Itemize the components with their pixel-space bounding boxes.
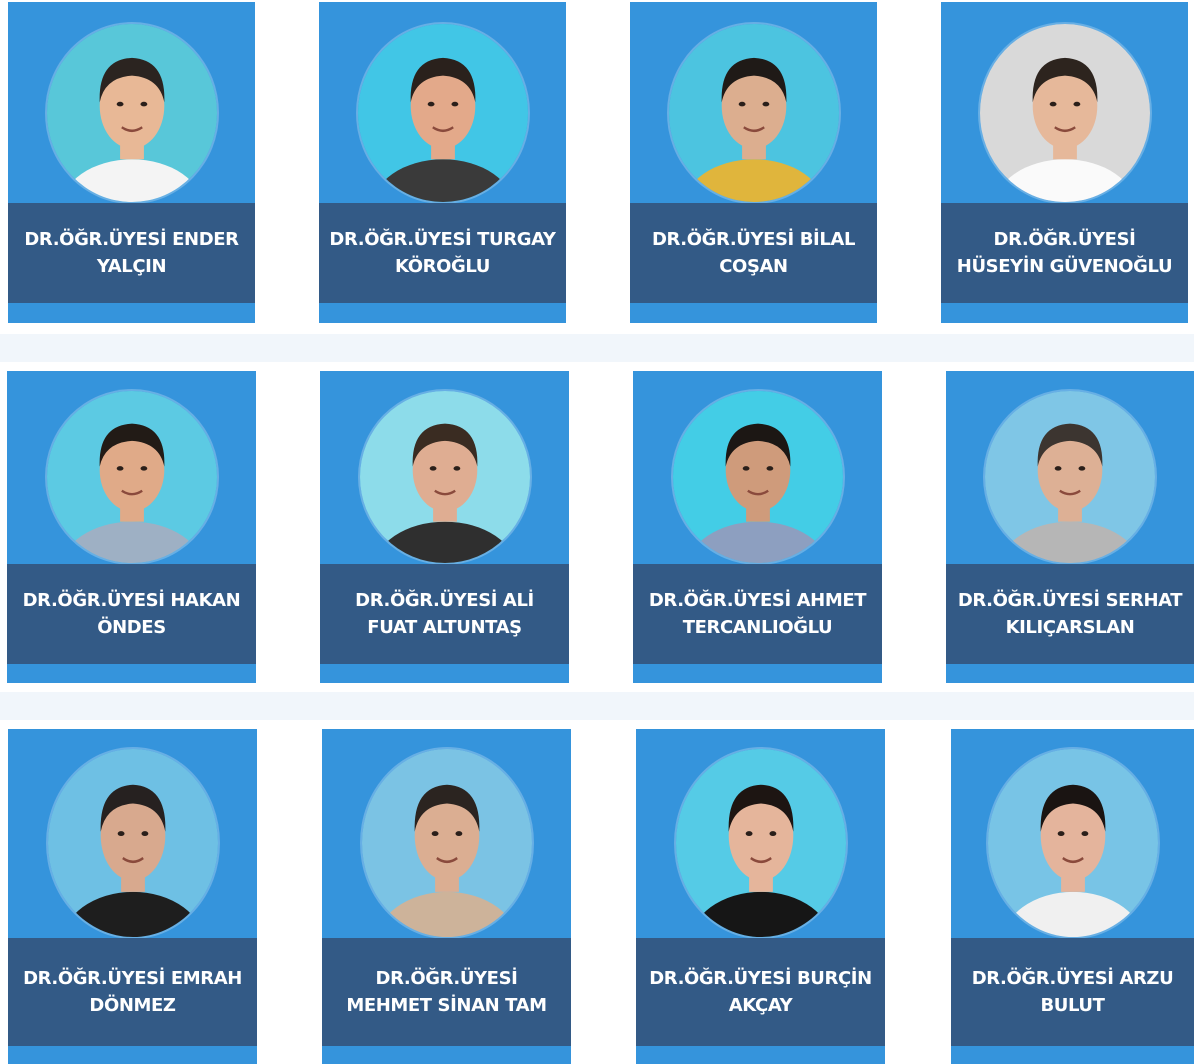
person-photo-icon	[675, 749, 846, 937]
faculty-name: DR.ÖĞR.ÜYESİ ARZU BULUT	[971, 968, 1174, 1016]
faculty-name: DR.ÖĞR.ÜYESİ ENDER YALÇIN	[24, 229, 239, 277]
faculty-card[interactable]: DR.ÖĞR.ÜYESİ HAKAN ÖNDES	[7, 371, 256, 683]
person-photo-icon	[46, 24, 217, 202]
faculty-name: DR.ÖĞR.ÜYESİ BURÇİN AKÇAY	[649, 968, 872, 1016]
person-photo-icon	[985, 391, 1155, 563]
faculty-card[interactable]: DR.ÖĞR.ÜYESİ SERHAT KILIÇARSLAN	[946, 371, 1194, 683]
faculty-card[interactable]: DR.ÖĞR.ÜYESİ ENDER YALÇIN	[8, 2, 255, 323]
person-photo-icon	[361, 749, 532, 937]
faculty-card[interactable]: DR.ÖĞR.ÜYESİ ARZU BULUT	[951, 729, 1194, 1064]
name-panel: DR.ÖĞR.ÜYESİ SERHAT KILIÇARSLAN	[946, 564, 1194, 664]
name-panel: DR.ÖĞR.ÜYESİ TURGAY KÖROĞLU	[319, 203, 566, 303]
name-panel: DR.ÖĞR.ÜYESİ BURÇİN AKÇAY	[636, 938, 885, 1046]
faculty-name: DR.ÖĞR.ÜYESİ TURGAY KÖROĞLU	[329, 229, 556, 277]
faculty-card[interactable]: DR.ÖĞR.ÜYESİ ALİ FUAT ALTUNTAŞ	[320, 371, 569, 683]
faculty-card[interactable]: DR.ÖĞR.ÜYESİ AHMET TERCANLIOĞLU	[633, 371, 882, 683]
name-panel: DR.ÖĞR.ÜYESİ MEHMET SİNAN TAM	[322, 938, 571, 1046]
faculty-card[interactable]: DR.ÖĞR.ÜYESİ HÜSEYİN GÜVENOĞLU	[941, 2, 1188, 323]
name-panel: DR.ÖĞR.ÜYESİ ARZU BULUT	[951, 938, 1194, 1046]
faculty-name: DR.ÖĞR.ÜYESİ MEHMET SİNAN TAM	[346, 968, 547, 1016]
faculty-card[interactable]: DR.ÖĞR.ÜYESİ BURÇİN AKÇAY	[636, 729, 885, 1064]
person-photo-icon	[979, 24, 1150, 202]
faculty-name: DR.ÖĞR.ÜYESİ BİLAL COŞAN	[651, 229, 856, 277]
name-panel: DR.ÖĞR.ÜYESİ EMRAH DÖNMEZ	[8, 938, 257, 1046]
person-photo-icon	[672, 391, 843, 563]
person-photo-icon	[359, 391, 530, 563]
faculty-name: DR.ÖĞR.ÜYESİ HAKAN ÖNDES	[22, 590, 241, 638]
faculty-card[interactable]: DR.ÖĞR.ÜYESİ EMRAH DÖNMEZ	[8, 729, 257, 1064]
faculty-grid: DR.ÖĞR.ÜYESİ ENDER YALÇIN DR.ÖĞR.ÜYESİ T…	[0, 0, 1194, 1064]
faculty-card[interactable]: DR.ÖĞR.ÜYESİ BİLAL COŞAN	[630, 2, 877, 323]
person-photo-icon	[668, 24, 839, 202]
name-panel: DR.ÖĞR.ÜYESİ HAKAN ÖNDES	[7, 564, 256, 664]
name-panel: DR.ÖĞR.ÜYESİ AHMET TERCANLIOĞLU	[633, 564, 882, 664]
name-panel: DR.ÖĞR.ÜYESİ BİLAL COŞAN	[630, 203, 877, 303]
name-panel: DR.ÖĞR.ÜYESİ ALİ FUAT ALTUNTAŞ	[320, 564, 569, 664]
person-photo-icon	[357, 24, 528, 202]
faculty-name: DR.ÖĞR.ÜYESİ HÜSEYİN GÜVENOĞLU	[956, 229, 1173, 277]
name-panel: DR.ÖĞR.ÜYESİ HÜSEYİN GÜVENOĞLU	[941, 203, 1188, 303]
faculty-name: DR.ÖĞR.ÜYESİ ALİ FUAT ALTUNTAŞ	[355, 590, 534, 638]
person-photo-icon	[987, 749, 1158, 937]
person-photo-icon	[46, 391, 217, 563]
faculty-card[interactable]: DR.ÖĞR.ÜYESİ MEHMET SİNAN TAM	[322, 729, 571, 1064]
faculty-card[interactable]: DR.ÖĞR.ÜYESİ TURGAY KÖROĞLU	[319, 2, 566, 323]
name-panel: DR.ÖĞR.ÜYESİ ENDER YALÇIN	[8, 203, 255, 303]
faculty-name: DR.ÖĞR.ÜYESİ SERHAT KILIÇARSLAN	[957, 590, 1183, 638]
faculty-name: DR.ÖĞR.ÜYESİ EMRAH DÖNMEZ	[23, 968, 242, 1016]
person-photo-icon	[47, 749, 218, 937]
faculty-name: DR.ÖĞR.ÜYESİ AHMET TERCANLIOĞLU	[648, 590, 867, 638]
